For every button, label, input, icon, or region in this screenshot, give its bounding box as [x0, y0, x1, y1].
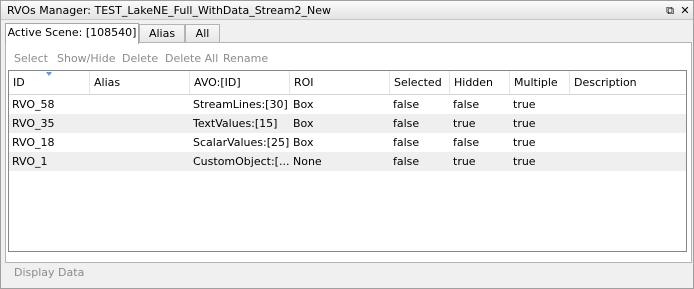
close-icon[interactable]: ✕ [679, 4, 691, 16]
cell-id: RVO_58 [12, 98, 55, 111]
cell-hidden: false [453, 136, 480, 149]
cell-selected: false [393, 155, 420, 168]
cell-hidden: true [453, 117, 476, 130]
cell-selected: false [393, 136, 420, 149]
table-row[interactable]: RVO_18 ScalarValues:[25] Box false false… [9, 133, 686, 152]
cell-multiple: true [513, 98, 536, 111]
cell-roi: Box [293, 117, 314, 130]
column-header-avo[interactable]: AVO:[ID] [190, 71, 290, 94]
tab-all[interactable]: All [185, 24, 220, 43]
rename-button[interactable]: Rename [223, 52, 268, 65]
column-header-selected[interactable]: Selected [390, 71, 450, 94]
tab-alias[interactable]: Alias [139, 24, 185, 43]
display-data-button[interactable]: Display Data [14, 266, 84, 279]
column-header-id-label: ID [13, 76, 25, 89]
cell-avo: StreamLines:[30] [193, 98, 288, 111]
cell-avo: ScalarValues:[25] [193, 136, 290, 149]
cell-id: RVO_18 [12, 136, 55, 149]
delete-button[interactable]: Delete [122, 52, 158, 65]
table-row[interactable]: RVO_1 CustomObject:[... None false true … [9, 152, 686, 171]
cell-description [570, 95, 686, 114]
sort-indicator-icon [46, 72, 52, 76]
table-header: ID Alias AVO:[ID] ROI Selected Hidden Mu… [9, 71, 686, 95]
window-title: RVOs Manager: TEST_LakeNE_Full_WithData_… [7, 4, 331, 17]
cell-roi: Box [293, 136, 314, 149]
select-button[interactable]: Select [14, 52, 48, 65]
cell-roi: Box [293, 98, 314, 111]
cell-multiple: true [513, 117, 536, 130]
cell-description [570, 152, 686, 171]
title-bar[interactable]: RVOs Manager: TEST_LakeNE_Full_WithData_… [1, 1, 693, 20]
tab-active-scene[interactable]: Active Scene: [108540] [5, 23, 139, 44]
show-hide-button[interactable]: Show/Hide [57, 52, 115, 65]
column-header-id[interactable]: ID [9, 71, 90, 94]
delete-all-button[interactable]: Delete All [165, 52, 218, 65]
cell-hidden: false [453, 98, 480, 111]
rvos-manager-window: RVOs Manager: TEST_LakeNE_Full_WithData_… [0, 0, 694, 289]
cell-description [570, 133, 686, 152]
cell-multiple: true [513, 136, 536, 149]
cell-alias [90, 133, 190, 152]
cell-hidden: true [453, 155, 476, 168]
column-header-alias[interactable]: Alias [90, 71, 190, 94]
cell-avo: TextValues:[15] [193, 117, 278, 130]
column-header-hidden[interactable]: Hidden [450, 71, 510, 94]
cell-avo: CustomObject:[... [193, 155, 290, 168]
cell-selected: false [393, 98, 420, 111]
cell-roi: None [293, 155, 322, 168]
cell-alias [90, 152, 190, 171]
restore-icon[interactable]: ⧉ [664, 4, 676, 16]
cell-multiple: true [513, 155, 536, 168]
cell-id: RVO_1 [12, 155, 48, 168]
cell-id: RVO_35 [12, 117, 55, 130]
column-header-description[interactable]: Description [570, 71, 686, 94]
cell-selected: false [393, 117, 420, 130]
column-header-multiple[interactable]: Multiple [510, 71, 570, 94]
table-row[interactable]: RVO_35 TextValues:[15] Box false true tr… [9, 114, 686, 133]
cell-alias [90, 95, 190, 114]
cell-description [570, 114, 686, 133]
rvo-table[interactable]: ID Alias AVO:[ID] ROI Selected Hidden Mu… [8, 70, 687, 252]
column-header-roi[interactable]: ROI [290, 71, 390, 94]
cell-alias [90, 114, 190, 133]
table-row[interactable]: RVO_58 StreamLines:[30] Box false false … [9, 95, 686, 114]
